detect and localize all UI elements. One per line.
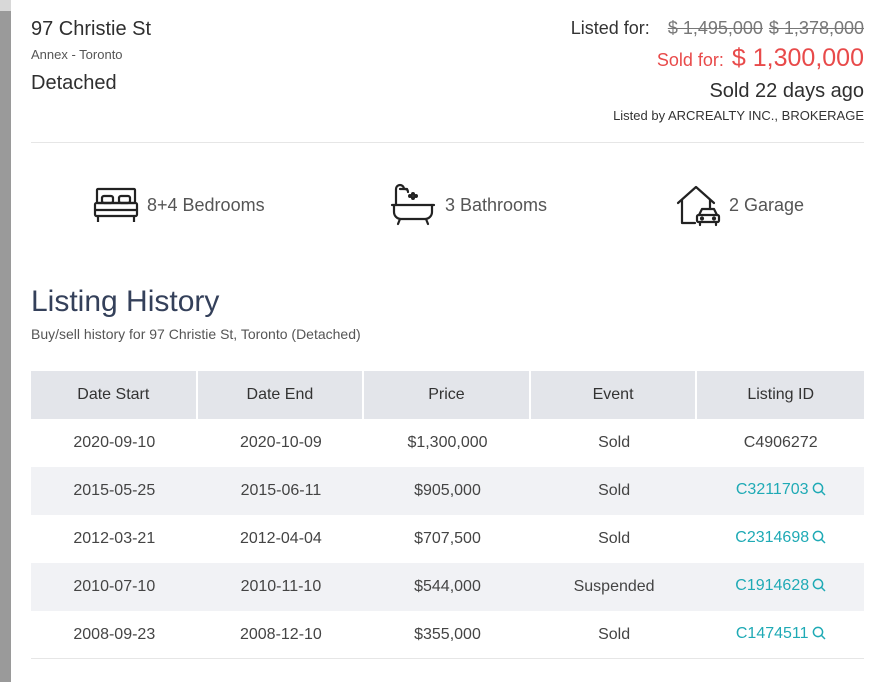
bathtub-icon [389,183,437,227]
date-start-cell: 2010-07-10 [31,563,198,611]
sold-price-row: Sold for: $ 1,300,000 [571,44,864,78]
price-cell: $905,000 [364,467,531,515]
price-cell: $544,000 [364,563,531,611]
sold-price: $ 1,300,000 [731,44,864,72]
table-row: 2020-09-10 2020-10-09 $1,300,000 Sold C4… [31,419,864,467]
event-cell: Sold [598,434,631,451]
listing-history-title: Listing History [31,285,220,318]
listing-history-table: Date Start Date End Price Event Listing … [31,371,864,659]
listing-id-link[interactable]: C1914628 [697,563,864,611]
date-end-cell: 2015-06-11 [197,467,365,515]
bedrooms-label: 8+4 Bedrooms [147,194,265,215]
event-cell: Sold [598,530,631,547]
date-end-cell: 2008-12-10 [197,611,365,659]
date-end-cell: 2020-10-09 [239,434,322,451]
event-cell: Sold [530,611,698,659]
table-row: 2008-09-23 2008-12-10 $355,000 Sold C147… [31,611,864,659]
column-header-price[interactable]: Price [364,371,531,419]
price-cell: $355,000 [364,611,531,659]
date-start-cell: 2012-03-21 [73,530,156,547]
date-start-cell: 2008-09-23 [31,611,198,659]
listing-id-text[interactable]: C2314698 [735,529,809,546]
listing-history-subtitle: Buy/sell history for 97 Christie St, Tor… [31,326,361,342]
listing-id-text[interactable]: C1474511 [736,625,809,642]
old-price: $ 1,378,000 [768,18,864,38]
search-icon[interactable] [812,578,826,597]
feature-garage: 2 Garage [675,183,804,227]
column-header-date-end[interactable]: Date End [197,371,365,419]
column-header-event[interactable]: Event [530,371,698,419]
feature-bedrooms: 8+4 Bedrooms [93,183,265,227]
date-end-cell: 2012-04-04 [239,530,322,547]
column-header-listing-id[interactable]: Listing ID [697,371,864,419]
event-cell: Sold [530,467,698,515]
price-cell: $1,300,000 [407,434,488,451]
event-cell: Suspended [530,563,698,611]
property-type: Detached [31,72,117,94]
listed-for-label: Listed for: [570,18,650,38]
listing-id-text[interactable]: C1914628 [735,577,809,594]
table-row: 2015-05-25 2015-06-11 $905,000 Sold C321… [31,467,864,515]
listing-id-link[interactable]: C3211703 [697,467,864,515]
search-icon[interactable] [812,626,826,645]
background-window-corner [0,0,11,11]
bed-icon [93,185,139,225]
divider [31,142,864,143]
listing-panel: 97 Christie St Annex - Toronto Detached … [11,0,889,682]
date-end-cell: 2010-11-10 [197,563,365,611]
listing-id-link[interactable]: C1474511 [697,611,864,659]
date-start-cell: 2015-05-25 [31,467,198,515]
table-row: 2012-03-21 2012-04-04 $707,500 Sold C231… [31,515,864,563]
listing-id-text[interactable]: C3211703 [736,481,809,498]
background-window-edge [0,0,11,682]
listing-area: Annex - Toronto [31,47,123,62]
date-start-cell: 2020-09-10 [73,434,156,451]
price-cell: $707,500 [414,530,481,547]
listing-address: 97 Christie St [31,18,152,40]
sold-ago: Sold 22 days ago [709,80,864,102]
listing-id-link[interactable]: C2314698 [697,515,864,563]
old-price: $ 1,495,000 [667,18,763,38]
search-icon[interactable] [812,482,826,501]
feature-bathrooms: 3 Bathrooms [389,183,547,227]
garage-label: 2 Garage [729,194,805,215]
search-icon[interactable] [812,530,826,549]
garage-icon [675,183,721,227]
listing-id-cell: C4906272 [743,434,818,451]
column-header-date-start[interactable]: Date Start [31,371,198,419]
sold-for-label: Sold for: [656,50,724,70]
bathrooms-label: 3 Bathrooms [445,194,548,215]
listing-brokerage: Listed by ARCREALTY INC., BROKERAGE [613,108,864,123]
listed-price-row: Listed for: $ 1,495,000 $ 1,378,000 [571,18,864,44]
table-row: 2010-07-10 2010-11-10 $544,000 Suspended… [31,563,864,611]
table-header-row: Date Start Date End Price Event Listing … [31,371,864,419]
price-block: Listed for: $ 1,495,000 $ 1,378,000 Sold f… [571,18,864,123]
